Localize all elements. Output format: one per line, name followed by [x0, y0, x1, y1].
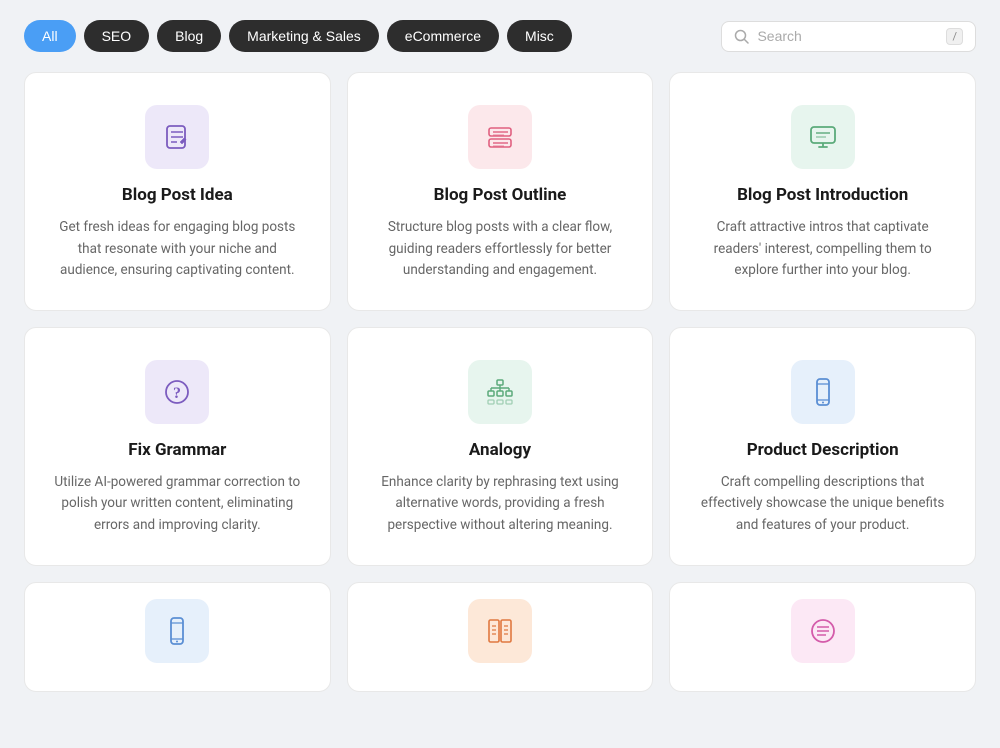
card-icon-wrap: ? [145, 360, 209, 424]
card-title: Blog Post Outline [434, 185, 567, 205]
card-desc: Structure blog posts with a clear flow, … [372, 217, 629, 282]
card-title: Blog Post Idea [122, 185, 233, 205]
mobile-icon-2 [161, 615, 193, 647]
card-blog-post-intro[interactable]: Blog Post Introduction Craft attractive … [669, 72, 976, 311]
card-title: Analogy [469, 440, 531, 460]
filter-bar: All SEO Blog Marketing & Sales eCommerce… [24, 20, 976, 52]
card-desc: Craft compelling descriptions that effec… [694, 472, 951, 537]
card-desc: Get fresh ideas for engaging blog posts … [49, 217, 306, 282]
card-icon-wrap [468, 105, 532, 169]
card-icon-wrap [791, 599, 855, 663]
card-icon-wrap [791, 360, 855, 424]
card-title: Product Description [747, 440, 899, 460]
filter-blog[interactable]: Blog [157, 20, 221, 52]
card-fix-grammar[interactable]: ? Fix Grammar Utilize AI-powered grammar… [24, 327, 331, 566]
card-blog-post-outline[interactable]: Blog Post Outline Structure blog posts w… [347, 72, 654, 311]
card-title: Fix Grammar [128, 440, 226, 460]
card-icon-wrap [145, 599, 209, 663]
card-desc: Enhance clarity by rephrasing text using… [372, 472, 629, 537]
card-icon-wrap [145, 105, 209, 169]
card-desc: Utilize AI-powered grammar correction to… [49, 472, 306, 537]
cards-grid: Blog Post Idea Get fresh ideas for engag… [24, 72, 976, 692]
card-icon-wrap [468, 599, 532, 663]
hierarchy-icon [484, 376, 516, 408]
filter-marketing[interactable]: Marketing & Sales [229, 20, 379, 52]
card-desc: Craft attractive intros that captivate r… [694, 217, 951, 282]
card-product-description[interactable]: Product Description Craft compelling des… [669, 327, 976, 566]
card-icon-wrap [468, 360, 532, 424]
card-analogy[interactable]: Analogy Enhance clarity by rephrasing te… [347, 327, 654, 566]
filter-seo[interactable]: SEO [84, 20, 150, 52]
question-icon: ? [161, 376, 193, 408]
search-box: / [721, 21, 976, 52]
svg-text:?: ? [173, 385, 181, 402]
filter-ecommerce[interactable]: eCommerce [387, 20, 499, 52]
list-icon [484, 121, 516, 153]
card-icon-wrap [791, 105, 855, 169]
filter-misc[interactable]: Misc [507, 20, 572, 52]
search-input[interactable] [757, 28, 938, 44]
kbd-shortcut: / [946, 28, 963, 45]
card-partial-1[interactable] [24, 582, 331, 692]
page-wrapper: All SEO Blog Marketing & Sales eCommerce… [0, 0, 1000, 712]
search-icon [734, 29, 749, 44]
edit-icon [161, 121, 193, 153]
card-title: Blog Post Introduction [737, 185, 908, 205]
card-blog-post-idea[interactable]: Blog Post Idea Get fresh ideas for engag… [24, 72, 331, 311]
lines-icon [807, 615, 839, 647]
book-icon [484, 615, 516, 647]
card-partial-3[interactable] [669, 582, 976, 692]
monitor-icon [807, 121, 839, 153]
card-partial-2[interactable] [347, 582, 654, 692]
mobile-icon [807, 376, 839, 408]
filter-all[interactable]: All [24, 20, 76, 52]
